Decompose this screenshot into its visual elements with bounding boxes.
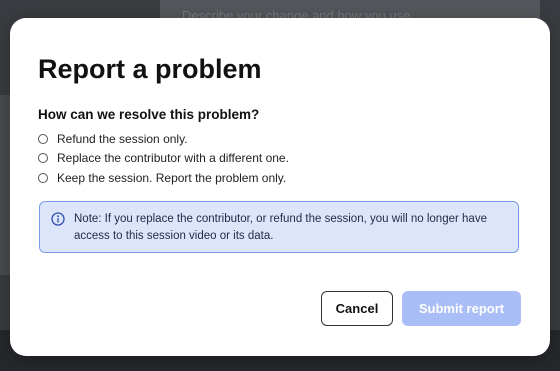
option-refund-session[interactable]: Refund the session only. — [38, 129, 289, 149]
note-text: Note: If you replace the contributor, or… — [74, 213, 487, 242]
option-label[interactable]: Replace the contributor with a different… — [57, 151, 289, 165]
replace-radio[interactable] — [38, 153, 48, 164]
dialog-title: Report a problem — [38, 54, 262, 84]
keep-radio[interactable] — [38, 172, 48, 183]
resolution-question: How can we resolve this problem? — [38, 107, 260, 122]
refund-radio[interactable] — [38, 133, 48, 144]
cancel-button[interactable]: Cancel — [321, 291, 393, 326]
option-replace-contributor[interactable]: Replace the contributor with a different… — [38, 149, 289, 169]
resolution-options: Refund the session only. Replace the con… — [38, 129, 289, 188]
option-label[interactable]: Refund the session only. — [57, 132, 188, 146]
submit-report-button[interactable]: Submit report — [402, 291, 521, 326]
report-problem-dialog: Report a problem How can we resolve this… — [10, 18, 550, 356]
option-label[interactable]: Keep the session. Report the problem onl… — [57, 171, 286, 185]
option-keep-session[interactable]: Keep the session. Report the problem onl… — [38, 168, 289, 188]
info-icon — [51, 212, 65, 226]
info-note: Note: If you replace the contributor, or… — [39, 201, 519, 253]
